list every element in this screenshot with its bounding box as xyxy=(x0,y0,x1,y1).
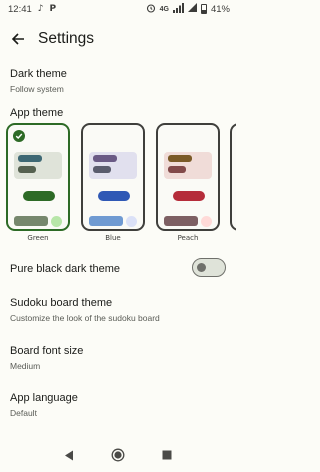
theme-card-next[interactable] xyxy=(230,123,236,231)
theme-card-peach[interactable]: Peach xyxy=(156,123,220,242)
sudoku-board-theme-subtitle: Customize the look of the sudoku board xyxy=(10,313,160,323)
status-right: 4G 41% xyxy=(146,2,230,16)
preview-dot xyxy=(201,216,212,227)
status-bar: 12:41 ♪ P 4G 41% xyxy=(0,0,236,18)
theme-preview-frame xyxy=(81,123,145,231)
preview-pill xyxy=(168,155,192,162)
preview-pill xyxy=(168,166,186,173)
network-type-label: 4G xyxy=(159,5,169,13)
preview-pill xyxy=(18,155,42,162)
dark-theme-title: Dark theme xyxy=(10,68,67,80)
dark-theme-value: Follow system xyxy=(10,84,64,94)
dark-theme-setting[interactable]: Dark theme Follow system xyxy=(10,68,226,94)
nav-back-icon[interactable] xyxy=(58,444,80,466)
app-language-setting[interactable]: App language Default xyxy=(10,392,226,418)
toggle-knob xyxy=(196,262,206,272)
theme-card-blue[interactable]: Blue xyxy=(81,123,145,242)
theme-label-peach: Peach xyxy=(177,234,199,242)
nav-recents-icon[interactable] xyxy=(156,444,178,466)
theme-card-green[interactable]: Green xyxy=(6,123,70,242)
sudoku-board-theme-title: Sudoku board theme xyxy=(10,297,113,309)
preview-button xyxy=(98,191,130,201)
preview-dot xyxy=(126,216,137,227)
preview-bar xyxy=(14,216,48,226)
preview-button xyxy=(23,191,55,201)
preview-pill xyxy=(18,166,36,173)
board-font-size-setting[interactable]: Board font size Medium xyxy=(10,345,226,371)
checkmark-icon xyxy=(13,130,25,142)
nav-home-icon[interactable] xyxy=(107,444,129,466)
preview-bar xyxy=(164,216,198,226)
preview-surface xyxy=(164,152,212,179)
preview-pill xyxy=(93,166,111,173)
board-font-size-value: Medium xyxy=(10,361,41,371)
theme-preview-frame xyxy=(6,123,70,231)
back-arrow-icon[interactable] xyxy=(10,31,26,47)
app-language-title: App language xyxy=(10,392,78,404)
preview-surface xyxy=(14,152,62,179)
theme-label-blue: Blue xyxy=(105,234,121,242)
sudoku-board-theme-setting[interactable]: Sudoku board theme Customize the look of… xyxy=(10,297,226,323)
app-theme-title: App theme xyxy=(10,107,64,119)
preview-dot xyxy=(51,216,62,227)
theme-preview-frame xyxy=(156,123,220,231)
app-theme-selector: Green Blue Peach xyxy=(6,123,236,248)
alarm-icon xyxy=(146,3,156,16)
preview-button xyxy=(173,191,205,201)
app-bar: Settings xyxy=(0,22,236,56)
battery-icon xyxy=(200,4,207,14)
battery-percent: 41% xyxy=(210,3,230,15)
app-language-value: Default xyxy=(10,408,37,418)
status-left: 12:41 ♪ P xyxy=(8,4,56,15)
preview-pill xyxy=(93,155,117,162)
page-title: Settings xyxy=(38,30,95,47)
system-nav-bar xyxy=(0,438,236,472)
status-time: 12:41 xyxy=(8,3,32,15)
theme-label-green: Green xyxy=(27,234,49,242)
wifi-signal-icon xyxy=(187,3,197,15)
pure-black-toggle[interactable] xyxy=(192,258,226,277)
music-note-icon: ♪ xyxy=(37,4,44,14)
signal-icon xyxy=(172,2,184,16)
theme-preview-frame xyxy=(230,123,236,231)
preview-bar xyxy=(89,216,123,226)
board-font-size-title: Board font size xyxy=(10,345,84,357)
preview-surface xyxy=(89,152,137,179)
p-app-icon: P xyxy=(49,4,57,14)
